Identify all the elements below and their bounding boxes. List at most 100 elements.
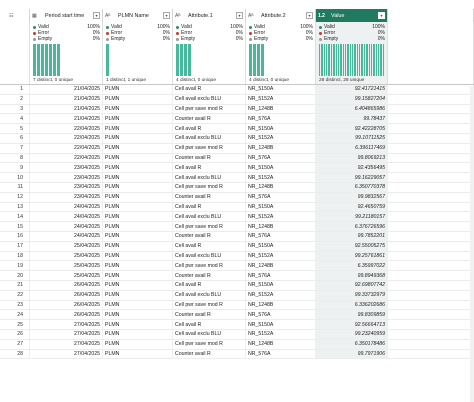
- attribute-1-cell[interactable]: Counter avail R: [173, 114, 246, 124]
- period-start-time-cell[interactable]: 23/04/2025: [30, 192, 103, 202]
- attribute-1-cell[interactable]: Counter avail R: [173, 153, 246, 163]
- attribute-1-cell[interactable]: Cell pwr save mod R: [173, 182, 246, 192]
- plmn-name-cell[interactable]: PLMN: [103, 231, 173, 241]
- table-menu-button[interactable]: ☷: [0, 9, 30, 22]
- plmn-name-cell[interactable]: PLMN: [103, 124, 173, 133]
- filter-dropdown-icon[interactable]: ▾: [306, 12, 313, 19]
- period-start-time-cell[interactable]: 25/04/2025: [30, 261, 103, 271]
- value-cell[interactable]: 99.8069213: [316, 153, 388, 163]
- plmn-name-cell[interactable]: PLMN: [103, 300, 173, 310]
- column-type-icon[interactable]: Aᴮ: [105, 13, 116, 19]
- plmn-name-cell[interactable]: PLMN: [103, 339, 173, 349]
- plmn-name-cell[interactable]: PLMN: [103, 85, 173, 94]
- attribute-2-cell[interactable]: NR_576A: [246, 349, 316, 359]
- plmn-name-cell[interactable]: PLMN: [103, 202, 173, 212]
- period-start-time-cell[interactable]: 25/04/2025: [30, 251, 103, 261]
- value-cell[interactable]: 6.336202686: [316, 300, 388, 310]
- plmn-name-cell[interactable]: PLMN: [103, 163, 173, 173]
- attribute-2-cell[interactable]: NR_5152A: [246, 329, 316, 339]
- attribute-1-cell[interactable]: Cell avail R: [173, 320, 246, 329]
- attribute-2-cell[interactable]: NR_576A: [246, 114, 316, 124]
- period-start-time-cell[interactable]: 27/04/2025: [30, 320, 103, 329]
- period-start-time-cell[interactable]: 23/04/2025: [30, 173, 103, 182]
- value-cell[interactable]: 92.69807742: [316, 280, 388, 290]
- plmn-name-cell[interactable]: PLMN: [103, 114, 173, 124]
- attribute-1-cell[interactable]: Cell avail exclu BLU: [173, 133, 246, 143]
- value-cell[interactable]: 99.8949368: [316, 271, 388, 280]
- attribute-2-cell[interactable]: NR_5150A: [246, 124, 316, 133]
- period-start-time-cell[interactable]: 26/04/2025: [30, 280, 103, 290]
- filter-dropdown-icon[interactable]: ▾: [93, 12, 100, 19]
- column-header-2[interactable]: Aᴮ PLMN Name ▾: [103, 9, 173, 22]
- attribute-1-cell[interactable]: Cell avail R: [173, 280, 246, 290]
- value-cell[interactable]: 6.350178486: [316, 339, 388, 349]
- attribute-2-cell[interactable]: NR_1248B: [246, 182, 316, 192]
- value-cell[interactable]: 99.7852201: [316, 231, 388, 241]
- attribute-2-cell[interactable]: NR_576A: [246, 231, 316, 241]
- attribute-1-cell[interactable]: Cell avail exclu BLU: [173, 290, 246, 300]
- attribute-1-cell[interactable]: Cell avail R: [173, 163, 246, 173]
- value-cell[interactable]: 99.21180157: [316, 212, 388, 222]
- period-start-time-cell[interactable]: 27/04/2025: [30, 339, 103, 349]
- period-start-time-cell[interactable]: 26/04/2025: [30, 310, 103, 320]
- plmn-name-cell[interactable]: PLMN: [103, 310, 173, 320]
- attribute-1-cell[interactable]: Cell pwr save mod R: [173, 261, 246, 271]
- period-start-time-cell[interactable]: 25/04/2025: [30, 241, 103, 251]
- value-cell[interactable]: 92.4356495: [316, 163, 388, 173]
- period-start-time-cell[interactable]: 23/04/2025: [30, 182, 103, 192]
- attribute-2-cell[interactable]: NR_576A: [246, 153, 316, 163]
- attribute-1-cell[interactable]: Cell pwr save mod R: [173, 339, 246, 349]
- value-cell[interactable]: 99.25761861: [316, 251, 388, 261]
- attribute-2-cell[interactable]: NR_5150A: [246, 163, 316, 173]
- period-start-time-cell[interactable]: 21/04/2025: [30, 104, 103, 114]
- attribute-2-cell[interactable]: NR_5150A: [246, 280, 316, 290]
- plmn-name-cell[interactable]: PLMN: [103, 290, 173, 300]
- attribute-1-cell[interactable]: Cell avail exclu BLU: [173, 329, 246, 339]
- attribute-1-cell[interactable]: Counter avail R: [173, 349, 246, 359]
- attribute-2-cell[interactable]: NR_576A: [246, 271, 316, 280]
- attribute-1-cell[interactable]: Counter avail R: [173, 231, 246, 241]
- attribute-2-cell[interactable]: NR_1248B: [246, 222, 316, 231]
- filter-dropdown-icon[interactable]: ▾: [378, 12, 385, 19]
- attribute-1-cell[interactable]: Cell avail R: [173, 241, 246, 251]
- attribute-1-cell[interactable]: Cell avail exclu BLU: [173, 173, 246, 182]
- attribute-2-cell[interactable]: NR_1248B: [246, 339, 316, 349]
- plmn-name-cell[interactable]: PLMN: [103, 329, 173, 339]
- plmn-name-cell[interactable]: PLMN: [103, 349, 173, 359]
- plmn-name-cell[interactable]: PLMN: [103, 153, 173, 163]
- attribute-1-cell[interactable]: Counter avail R: [173, 192, 246, 202]
- period-start-time-cell[interactable]: 22/04/2025: [30, 124, 103, 133]
- column-header-3[interactable]: Aᴮ Attribute.1 ▾: [173, 9, 246, 22]
- value-cell[interactable]: 99.15827204: [316, 94, 388, 104]
- value-cell[interactable]: 6.350770378: [316, 182, 388, 192]
- attribute-1-cell[interactable]: Cell pwr save mod R: [173, 222, 246, 231]
- value-cell[interactable]: 99.9832567: [316, 192, 388, 202]
- period-start-time-cell[interactable]: 27/04/2025: [30, 329, 103, 339]
- plmn-name-cell[interactable]: PLMN: [103, 182, 173, 192]
- period-start-time-cell[interactable]: 25/04/2025: [30, 271, 103, 280]
- value-cell[interactable]: 99.8309859: [316, 310, 388, 320]
- attribute-2-cell[interactable]: NR_5150A: [246, 85, 316, 94]
- attribute-2-cell[interactable]: NR_5150A: [246, 241, 316, 251]
- plmn-name-cell[interactable]: PLMN: [103, 251, 173, 261]
- plmn-name-cell[interactable]: PLMN: [103, 104, 173, 114]
- plmn-name-cell[interactable]: PLMN: [103, 320, 173, 329]
- period-start-time-cell[interactable]: 23/04/2025: [30, 163, 103, 173]
- period-start-time-cell[interactable]: 26/04/2025: [30, 290, 103, 300]
- attribute-2-cell[interactable]: NR_576A: [246, 310, 316, 320]
- period-start-time-cell[interactable]: 21/04/2025: [30, 85, 103, 94]
- value-cell[interactable]: 92.56664713: [316, 320, 388, 329]
- plmn-name-cell[interactable]: PLMN: [103, 133, 173, 143]
- attribute-1-cell[interactable]: Cell avail R: [173, 85, 246, 94]
- plmn-name-cell[interactable]: PLMN: [103, 280, 173, 290]
- filter-dropdown-icon[interactable]: ▾: [236, 12, 243, 19]
- plmn-name-cell[interactable]: PLMN: [103, 241, 173, 251]
- attribute-1-cell[interactable]: Cell avail R: [173, 124, 246, 133]
- value-cell[interactable]: 99.16229057: [316, 173, 388, 182]
- period-start-time-cell[interactable]: 24/04/2025: [30, 212, 103, 222]
- period-start-time-cell[interactable]: 24/04/2025: [30, 202, 103, 212]
- value-cell[interactable]: 99.7971906: [316, 349, 388, 359]
- attribute-1-cell[interactable]: Counter avail R: [173, 310, 246, 320]
- value-cell[interactable]: 92.42228705: [316, 124, 388, 133]
- plmn-name-cell[interactable]: PLMN: [103, 212, 173, 222]
